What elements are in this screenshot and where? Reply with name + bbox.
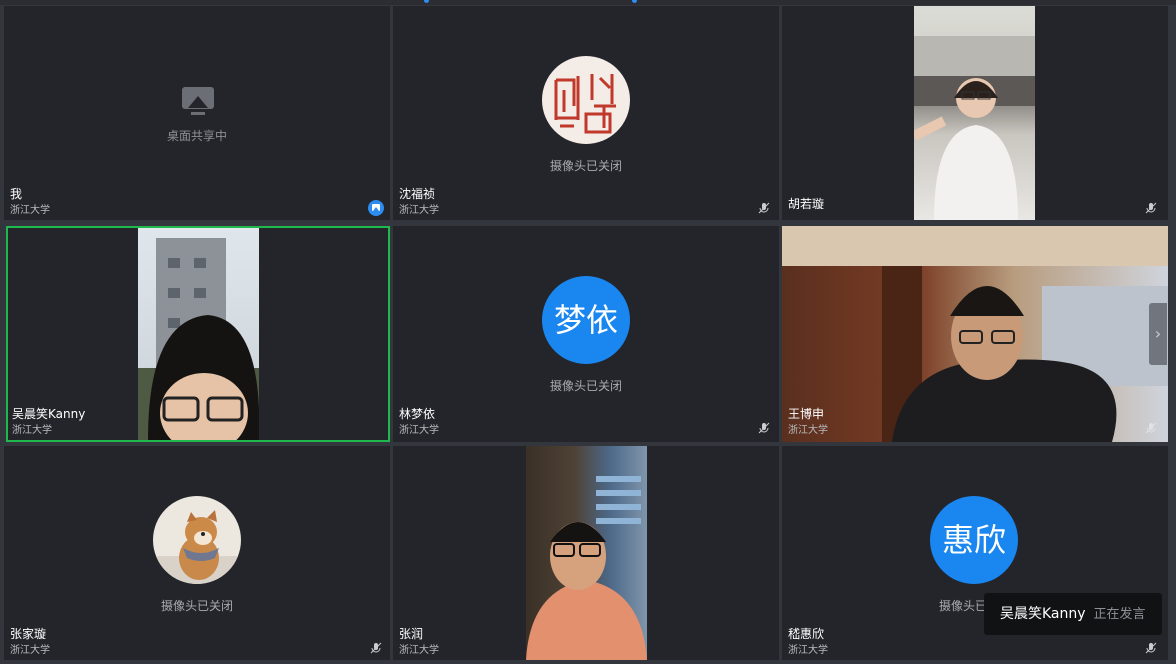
participant-name: 林梦依 [399,407,436,421]
mic-muted-icon[interactable] [758,422,770,434]
dog-avatar [153,496,241,584]
avatar-initials: 惠欣 [930,496,1018,584]
participant-tile-shenfuzhen[interactable]: 摄像头已关闭 沈福祯 浙江大学 [393,6,779,220]
camera-off-text: 摄像头已关闭 [549,379,622,393]
screen-share-icon [182,87,214,115]
participant-tile-wangboshen[interactable]: 王博申 浙江大学 [782,226,1168,442]
participant-org: 浙江大学 [399,425,439,436]
seal-avatar [542,56,630,144]
speaker-name: 吴晨笑Kanny [1000,606,1086,622]
participant-org: 浙江大学 [788,425,828,436]
participant-tile-huruoxuan[interactable]: 胡若璇 [782,6,1168,220]
mic-muted-icon[interactable] [1145,202,1157,214]
camera-off-text: 摄像头已关闭 [160,599,233,613]
screen-sharing-status: 桌面共享中 [166,129,227,143]
participant-name: 吴晨笑Kanny [12,407,86,421]
participant-org: 浙江大学 [12,425,52,436]
participant-video [914,6,1035,220]
participant-name: 胡若璇 [788,197,825,211]
avatar-initials: 梦依 [542,276,630,364]
mic-muted-icon[interactable] [1145,422,1157,434]
participant-org: 浙江大学 [10,205,50,216]
participant-tile-zhangjiaxuan[interactable]: 摄像头已关闭 张家璇 浙江大学 [4,446,390,660]
participant-name: 张家璇 [10,627,47,641]
participant-org: 浙江大学 [399,645,439,656]
next-page-chevron-icon[interactable]: › [1149,303,1167,365]
participant-tile-linmengyi[interactable]: 梦依 摄像头已关闭 林梦依 浙江大学 [393,226,779,442]
indicator-dot [424,0,429,3]
participant-tile-zhangrun[interactable]: 张润 浙江大学 [393,446,779,660]
screen-share-badge-icon[interactable] [368,200,384,216]
participant-org: 浙江大学 [399,205,439,216]
speaking-indicator: 吴晨笑Kanny 正在发言 [984,593,1162,635]
speaking-status: 正在发言 [1093,607,1146,622]
participant-video [138,228,259,440]
participant-name: 我 [10,187,23,201]
top-bar [0,0,1176,5]
participant-name: 王博申 [788,407,825,421]
participant-name: 张润 [399,627,424,641]
mic-muted-icon[interactable] [758,202,770,214]
participant-org: 浙江大学 [788,645,828,656]
mic-muted-icon[interactable] [370,642,382,654]
participant-video [782,226,1168,442]
mic-muted-icon[interactable] [1145,642,1157,654]
indicator-dot [632,0,637,3]
participant-name: 嵇惠欣 [788,627,825,641]
camera-off-text: 摄像头已关闭 [549,159,622,173]
participant-org: 浙江大学 [10,645,50,656]
participant-tile-wuchenxiao[interactable]: 吴晨笑Kanny 浙江大学 [6,226,390,442]
participant-video [526,446,647,660]
participant-tile-me[interactable]: 桌面共享中 我 浙江大学 [4,6,390,220]
participant-name: 沈福祯 [399,187,436,201]
